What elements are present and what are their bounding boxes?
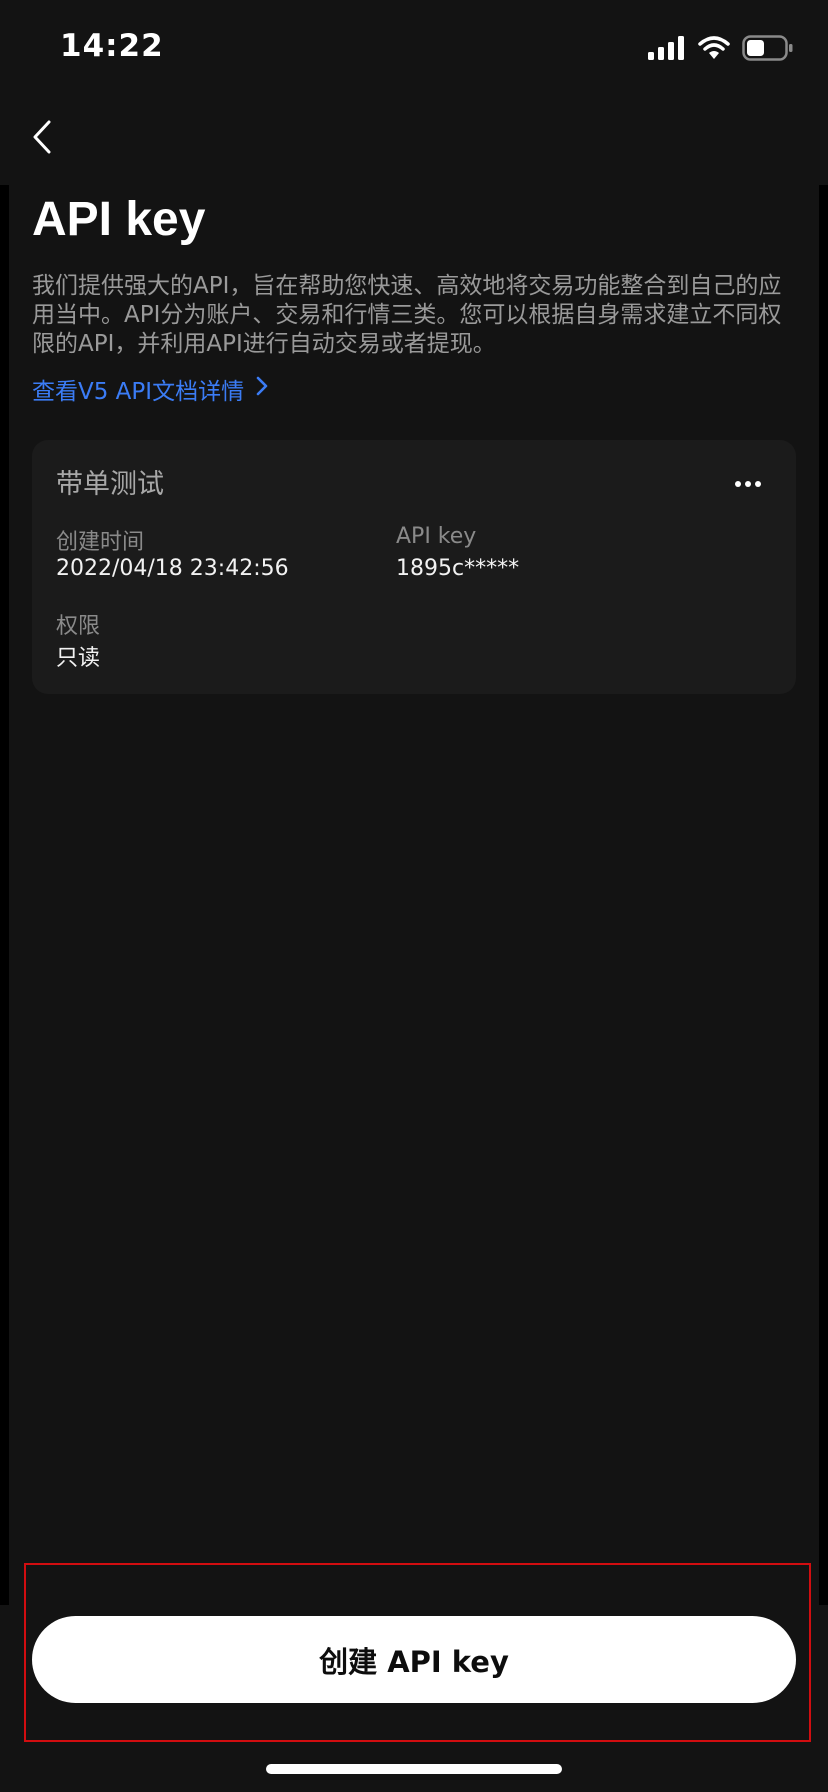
home-indicator xyxy=(266,1764,562,1774)
signal-icon xyxy=(648,36,686,64)
status-icons xyxy=(648,34,794,66)
status-time: 14:22 xyxy=(60,28,164,64)
page-description: 我们提供强大的API，旨在帮助您快速、高效地将交易功能整合到自己的应用当中。AP… xyxy=(32,273,782,357)
screen-edge-right xyxy=(819,185,828,1605)
api-key-value: 1895c***** xyxy=(396,556,520,581)
api-key-name: 带单测试 xyxy=(56,469,164,500)
permission-label: 权限 xyxy=(56,614,101,639)
created-time-label: 创建时间 xyxy=(56,530,145,555)
api-key-card[interactable]: 带单测试 创建时间 2022/04/18 23:42:56 API key 18… xyxy=(32,440,796,694)
back-arrow-icon xyxy=(32,120,52,158)
permission-value: 只读 xyxy=(56,646,101,671)
more-icon xyxy=(734,473,762,492)
wifi-icon xyxy=(698,36,730,64)
chevron-right-icon xyxy=(256,376,268,402)
screen-edge-left xyxy=(0,185,9,1605)
back-button[interactable] xyxy=(22,114,62,164)
create-api-key-button[interactable]: 创建 API key xyxy=(32,1616,796,1703)
page-title: API key xyxy=(32,193,206,246)
status-bar: 14:22 xyxy=(0,0,828,100)
api-docs-link[interactable]: 查看V5 API文档详情 xyxy=(32,372,268,406)
created-time-value: 2022/04/18 23:42:56 xyxy=(56,556,289,581)
more-button[interactable] xyxy=(728,464,768,500)
screen: 14:22 API key 我们提供强大的API，旨在帮助您快速、高效地将交易功… xyxy=(0,0,828,1792)
api-key-label: API key xyxy=(396,524,477,549)
battery-icon xyxy=(742,35,794,65)
api-docs-link-label: 查看V5 API文档详情 xyxy=(32,379,245,405)
